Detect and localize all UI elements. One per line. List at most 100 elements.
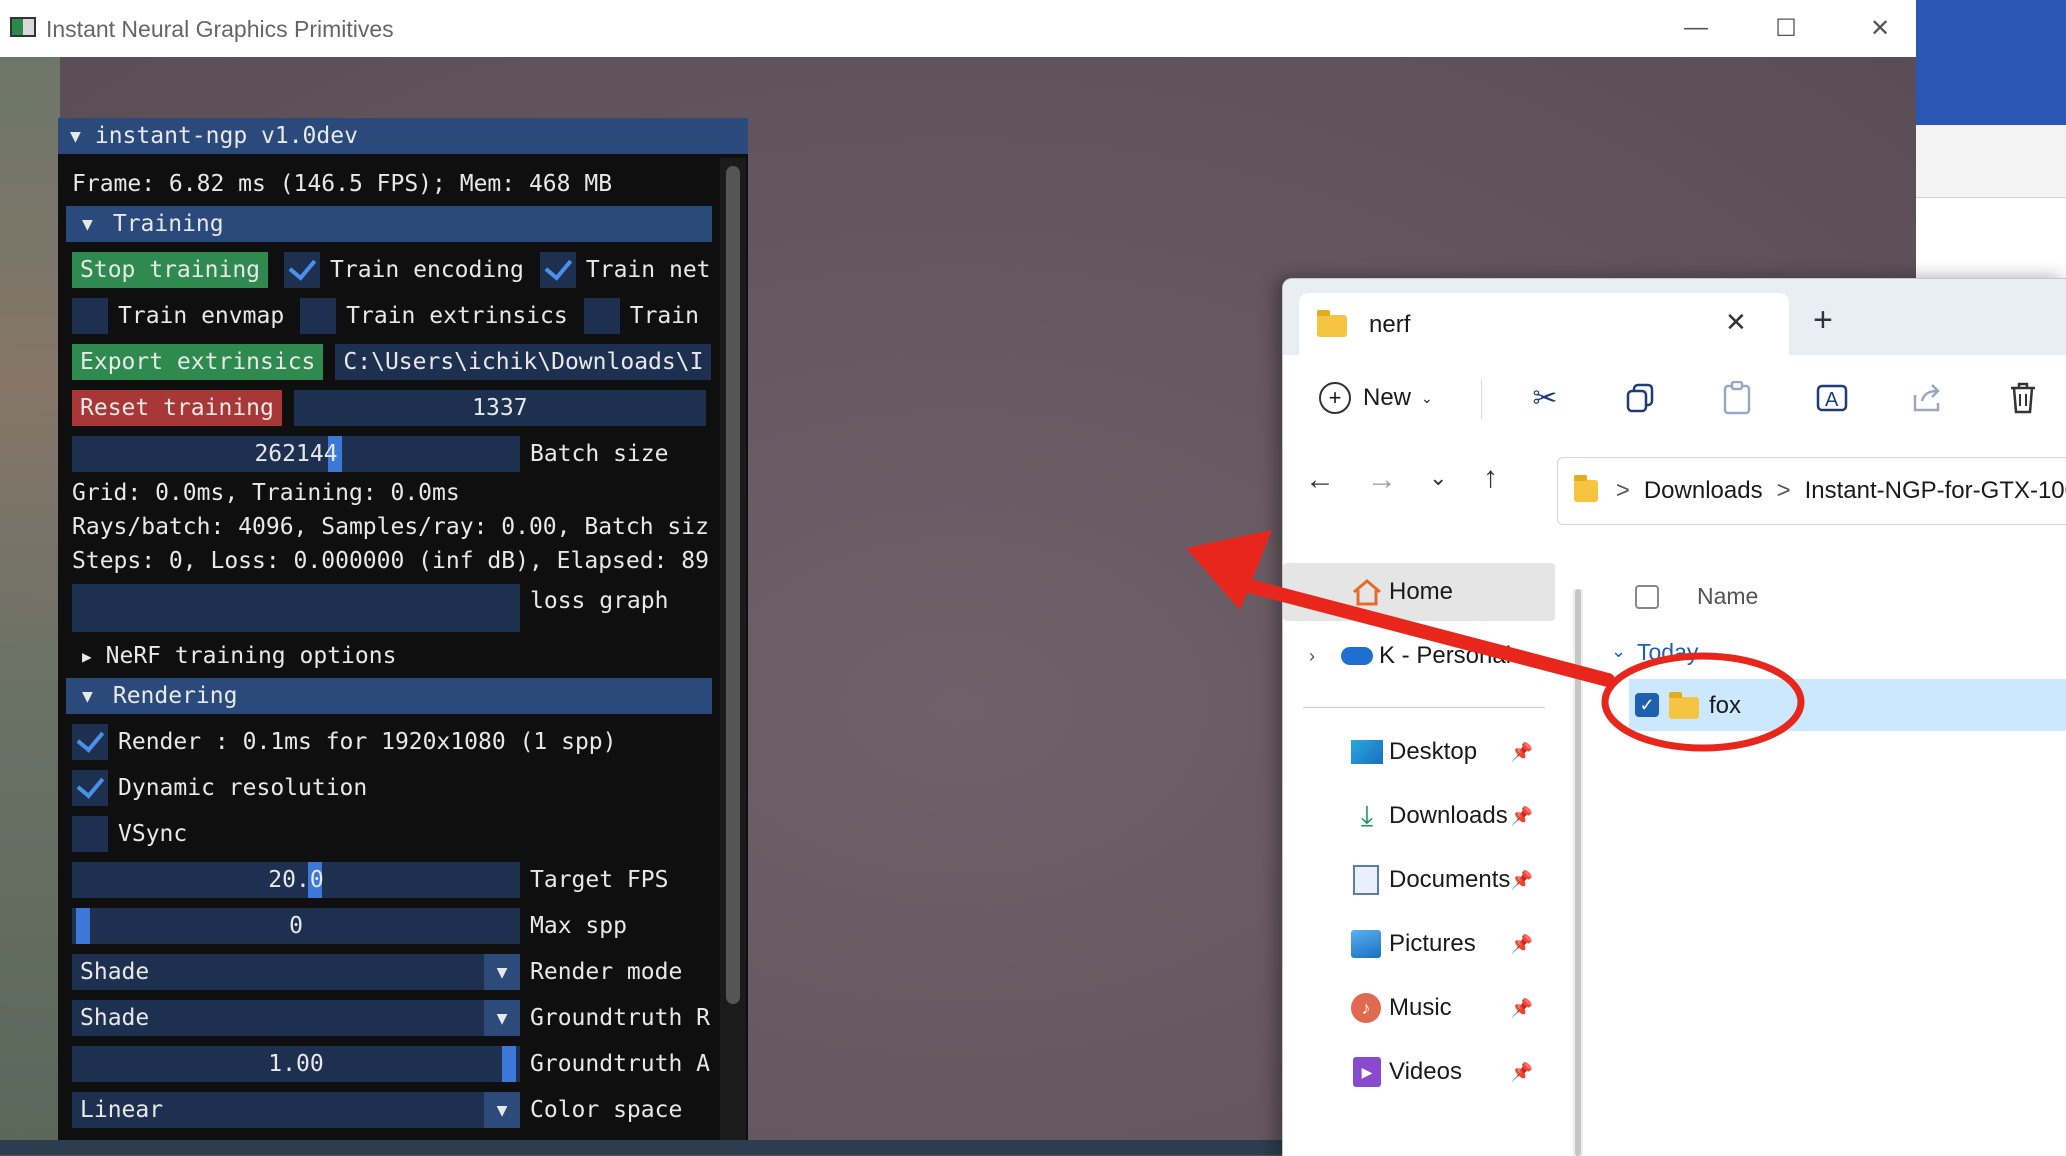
- recent-chevron-icon[interactable]: ⌄: [1429, 465, 1447, 491]
- nav-item-onedrive[interactable]: › K - Personal: [1283, 627, 1555, 685]
- nav-item-music[interactable]: ♪ Music 📌: [1283, 979, 1555, 1037]
- render-checkbox[interactable]: [72, 724, 108, 760]
- max-spp-label: Max spp: [530, 913, 627, 939]
- new-tab-button[interactable]: +: [1813, 301, 1833, 340]
- forward-arrow-icon[interactable]: →: [1367, 463, 1397, 497]
- expand-triangle-icon[interactable]: ▶: [82, 647, 92, 666]
- new-button[interactable]: + New ⌄: [1319, 373, 1433, 423]
- rename-button[interactable]: A: [1803, 373, 1863, 423]
- cut-button[interactable]: ✂: [1515, 373, 1575, 423]
- column-header-name[interactable]: Name: [1697, 583, 1758, 610]
- expand-chevron-icon[interactable]: ›: [1309, 646, 1315, 667]
- nav-item-desktop[interactable]: Desktop 📌: [1283, 723, 1555, 781]
- chevron-down-icon[interactable]: ▼: [484, 1092, 520, 1128]
- train-third-checkbox[interactable]: [583, 298, 620, 334]
- reset-training-button[interactable]: Reset training: [72, 390, 282, 426]
- render-mode-combo[interactable]: Shade ▼: [72, 954, 520, 990]
- breadcrumb-downloads[interactable]: Downloads: [1644, 477, 1763, 505]
- max-spp-slider[interactable]: 0: [72, 908, 520, 944]
- close-tab-icon[interactable]: ✕: [1725, 307, 1747, 338]
- chevron-down-icon[interactable]: ▼: [484, 954, 520, 990]
- export-path-input[interactable]: C:\Users\ichik\Downloads\I: [335, 344, 712, 380]
- train-net-checkbox[interactable]: [539, 252, 576, 288]
- pin-icon[interactable]: 📌: [1511, 998, 1533, 1019]
- imgui-header[interactable]: ▼ instant-ngp v1.0dev: [58, 118, 748, 154]
- delete-button[interactable]: [1993, 373, 2053, 423]
- imgui-scrollbar[interactable]: [720, 158, 746, 1140]
- paste-button[interactable]: [1707, 373, 1767, 423]
- tab-nerf[interactable]: nerf ✕: [1299, 293, 1789, 355]
- group-chevron-icon[interactable]: ⌄: [1611, 641, 1626, 662]
- batch-size-slider[interactable]: 262144: [72, 436, 520, 472]
- export-extrinsics-button[interactable]: Export extrinsics: [72, 344, 324, 380]
- copy-button[interactable]: [1611, 373, 1671, 423]
- target-fps-label: Target FPS: [530, 867, 669, 893]
- download-icon: ⤓: [1360, 799, 1374, 831]
- back-arrow-icon[interactable]: ←: [1305, 463, 1335, 497]
- section-training[interactable]: ▼ Training: [66, 206, 712, 242]
- select-all-checkbox[interactable]: [1635, 585, 1659, 609]
- command-bar: + New ⌄ ✂ A: [1283, 355, 2066, 444]
- pin-icon[interactable]: 📌: [1511, 870, 1533, 891]
- section-label: Rendering: [112, 683, 238, 709]
- scrollbar-thumb[interactable]: [726, 166, 740, 1004]
- nav-item-documents[interactable]: Documents 📌: [1283, 851, 1555, 909]
- target-fps-value: 20.0: [268, 867, 324, 893]
- item-checkbox-checked[interactable]: ✓: [1635, 693, 1659, 717]
- nav-item-pictures[interactable]: Pictures 📌: [1283, 915, 1555, 973]
- list-item-fox[interactable]: ✓ fox: [1629, 679, 2066, 731]
- minimize-button[interactable]: —: [1666, 8, 1726, 48]
- slider-grab[interactable]: [502, 1046, 516, 1082]
- desktop-icon: [1351, 740, 1383, 764]
- collapse-triangle-icon[interactable]: ▼: [70, 126, 81, 147]
- render-mode-value: Shade: [80, 959, 150, 985]
- close-button[interactable]: ✕: [1850, 8, 1910, 48]
- dynamic-resolution-checkbox[interactable]: [72, 770, 108, 806]
- taskbar-strip: [0, 1140, 1300, 1155]
- loss-graph-label: loss graph: [530, 588, 669, 614]
- train-envmap-checkbox[interactable]: [72, 298, 108, 334]
- up-arrow-icon[interactable]: ↑: [1483, 461, 1498, 495]
- seed-input[interactable]: 1337: [293, 390, 706, 426]
- add-icon: +: [1319, 382, 1351, 414]
- scrollbar-thumb[interactable]: [1575, 589, 1581, 1156]
- nav-scrollbar[interactable]: [1573, 589, 1583, 1156]
- group-header-today[interactable]: Today: [1637, 639, 1698, 666]
- breadcrumb-separator: >: [1776, 477, 1791, 504]
- nav-item-videos[interactable]: ▶ Videos 📌: [1283, 1043, 1555, 1101]
- train-encoding-checkbox[interactable]: [284, 252, 321, 288]
- imgui-panel: ▼ instant-ngp v1.0dev Frame: 6.82 ms (14…: [58, 118, 748, 1140]
- groundtruth-alpha-value: 1.00: [268, 1051, 324, 1077]
- chevron-down-icon[interactable]: ▼: [484, 1000, 520, 1036]
- collapse-triangle-icon[interactable]: ▼: [82, 686, 93, 707]
- collapse-triangle-icon[interactable]: ▼: [82, 214, 93, 235]
- vsync-label: VSync: [118, 821, 188, 847]
- title-bar: Instant Neural Graphics Primitives — ☐ ✕: [0, 0, 1916, 57]
- grid-stats: Grid: 0.0ms, Training: 0.0ms: [72, 480, 460, 506]
- pin-icon[interactable]: 📌: [1511, 806, 1533, 827]
- item-name: fox: [1709, 692, 1742, 719]
- nerf-options-tree[interactable]: ▶ NeRF training options: [72, 638, 396, 674]
- pin-icon[interactable]: 📌: [1511, 1062, 1533, 1083]
- nav-item-home[interactable]: Home: [1283, 563, 1555, 621]
- stop-training-button[interactable]: Stop training: [72, 252, 269, 288]
- address-bar[interactable]: > Downloads > Instant-NGP-for-GTX-100: [1557, 457, 2066, 525]
- pin-icon[interactable]: 📌: [1511, 742, 1533, 763]
- vsync-checkbox[interactable]: [72, 816, 108, 852]
- target-fps-slider[interactable]: 20.0: [72, 862, 520, 898]
- navigation-bar: ← → ⌄ ↑ > Downloads > Instant-NGP-for-GT…: [1283, 443, 2066, 529]
- section-rendering[interactable]: ▼ Rendering: [66, 678, 712, 714]
- maximize-button[interactable]: ☐: [1756, 8, 1816, 48]
- nav-item-downloads[interactable]: ⤓ Downloads 📌: [1283, 787, 1555, 845]
- slider-grab[interactable]: [76, 908, 90, 944]
- navigation-pane: Home › K - Personal Desktop 📌 ⤓ Download…: [1283, 559, 1565, 1156]
- share-icon: [1913, 384, 1940, 412]
- share-button[interactable]: [1897, 373, 1957, 423]
- pin-icon[interactable]: 📌: [1511, 934, 1533, 955]
- groundtruth-alpha-slider[interactable]: 1.00: [72, 1046, 520, 1082]
- nav-label: Music: [1389, 994, 1452, 1021]
- groundtruth-render-combo[interactable]: Shade ▼: [72, 1000, 520, 1036]
- breadcrumb-current[interactable]: Instant-NGP-for-GTX-100: [1805, 477, 2066, 505]
- train-extrinsics-checkbox[interactable]: [300, 298, 337, 334]
- color-space-combo[interactable]: Linear ▼: [72, 1092, 520, 1128]
